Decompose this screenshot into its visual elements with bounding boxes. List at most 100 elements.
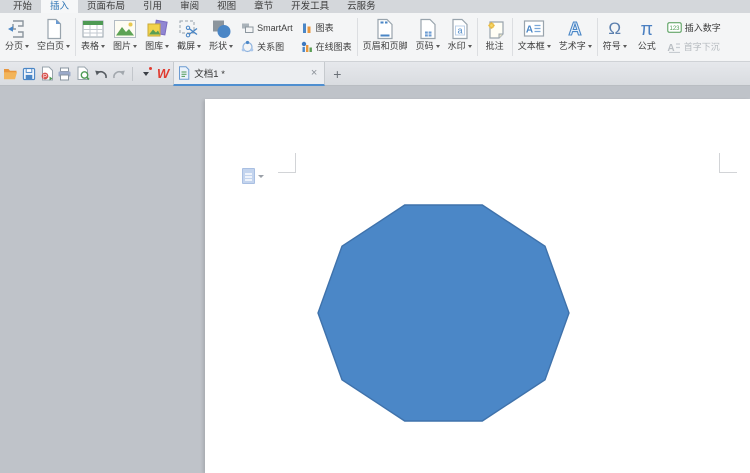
online-chart-label: 在线图表 [316, 40, 352, 53]
svg-text:a: a [457, 26, 462, 36]
new-tab-button[interactable]: + [333, 67, 341, 81]
ribbon-separator [597, 18, 598, 56]
menu-tab-section[interactable]: 章节 [245, 0, 282, 13]
page-options-floaty[interactable] [242, 168, 264, 184]
watermark-button[interactable]: a 水印 [444, 13, 476, 61]
print-button[interactable] [56, 65, 73, 83]
save-button[interactable] [20, 65, 37, 83]
shapes-button[interactable]: 形状 [205, 13, 237, 61]
margin-corner-top-right [719, 153, 737, 173]
blank-page-icon [44, 17, 64, 41]
insert-number-icon: 123 [667, 22, 682, 33]
svg-text:A: A [569, 19, 582, 39]
tabbar-separator [132, 67, 133, 81]
menu-tab-page-layout[interactable]: 页面布局 [78, 0, 134, 13]
screenshot-label: 截屏 [177, 41, 195, 52]
insert-number-button[interactable]: 123 插入数字 [667, 20, 721, 36]
dropdown-arrow-icon [436, 45, 440, 48]
customize-toolbar-button[interactable] [137, 65, 154, 83]
open-file-button[interactable] [2, 65, 19, 83]
dropdown-arrow-icon [101, 45, 105, 48]
chevron-down-icon [258, 175, 264, 178]
menu-tab-review[interactable]: 审阅 [171, 0, 208, 13]
chart-icon [301, 22, 313, 34]
svg-text:A: A [667, 43, 674, 53]
chevron-down-icon [143, 72, 149, 76]
table-button[interactable]: 表格 [77, 13, 109, 61]
page-break-label: 分页 [5, 41, 23, 52]
comment-button[interactable]: 批注 [479, 13, 511, 61]
page-break-button[interactable]: 分页 [1, 13, 33, 61]
number-dropcap-group: 123 插入数字 A 首字下沉 [663, 13, 725, 61]
gallery-icon [146, 17, 168, 41]
page-number-button[interactable]: 页码 [412, 13, 444, 61]
print-icon [57, 67, 72, 81]
header-footer-button[interactable]: 页眉和页脚 [359, 13, 412, 61]
ribbon-separator [477, 18, 478, 56]
symbol-button[interactable]: Ω 符号 [599, 13, 631, 61]
dropdown-arrow-icon [229, 45, 233, 48]
chart-button[interactable]: 图表 [301, 20, 352, 36]
margin-corner-top-left [278, 153, 296, 173]
screenshot-button[interactable]: 截屏 [173, 13, 205, 61]
header-footer-icon [376, 17, 394, 41]
wordart-button[interactable]: A 艺术字 [555, 13, 596, 61]
dropdown-arrow-icon [165, 45, 169, 48]
pi-icon: π [641, 17, 653, 41]
smartart-button[interactable]: SmartArt [241, 20, 293, 36]
open-folder-icon [3, 67, 18, 80]
menu-tab-insert[interactable]: 插入 [41, 0, 78, 13]
ribbon-separator [357, 18, 358, 56]
chart-label: 图表 [316, 21, 334, 34]
ribbon-separator [75, 18, 76, 56]
comment-icon [484, 17, 506, 41]
menu-tab-home[interactable]: 开始 [4, 0, 41, 13]
dropcap-button[interactable]: A 首字下沉 [667, 39, 721, 55]
menu-tab-view[interactable]: 视图 [208, 0, 245, 13]
save-icon [22, 67, 36, 81]
picture-button[interactable]: 图片 [109, 13, 141, 61]
close-tab-icon[interactable]: × [308, 67, 320, 79]
online-chart-button[interactable]: 在线图表 [301, 39, 352, 55]
relation-diagram-button[interactable]: 关系图 [241, 39, 293, 55]
gallery-button[interactable]: 图库 [141, 13, 173, 61]
export-pdf-icon: P [40, 66, 54, 81]
wps-logo[interactable]: W [157, 66, 169, 81]
dropcap-icon: A [667, 41, 681, 53]
menu-tab-cloud[interactable]: 云服务 [338, 0, 385, 13]
svg-text:A: A [526, 25, 533, 36]
dropdown-arrow-icon [623, 45, 627, 48]
smartart-group: SmartArt 关系图 [237, 13, 297, 61]
document-page[interactable] [205, 99, 750, 473]
blank-page-button[interactable]: 空白页 [33, 13, 74, 61]
export-pdf-button[interactable]: P [38, 65, 55, 83]
menubar: 开始 插入 页面布局 引用 审阅 视图 章节 开发工具 云服务 [0, 0, 750, 13]
svg-text:123: 123 [669, 26, 680, 32]
print-preview-button[interactable] [74, 65, 91, 83]
shapes-icon [210, 17, 232, 41]
watermark-label: 水印 [448, 41, 466, 52]
decagon-shape[interactable] [317, 204, 570, 427]
menu-tab-references[interactable]: 引用 [134, 0, 171, 13]
redo-button[interactable] [110, 65, 127, 83]
document-tabbar: P [0, 62, 750, 86]
svg-text:P: P [42, 74, 46, 80]
dropdown-arrow-icon [25, 45, 29, 48]
decagon-polygon[interactable] [318, 205, 569, 421]
ribbon-separator [512, 18, 513, 56]
smartart-label: SmartArt [257, 23, 293, 33]
gallery-label: 图库 [145, 41, 163, 52]
textbox-icon: A [523, 17, 545, 41]
page-number-icon [419, 17, 437, 41]
dropdown-arrow-icon [588, 45, 592, 48]
redo-icon [112, 67, 126, 80]
textbox-button[interactable]: A 文本框 [514, 13, 555, 61]
dropcap-label: 首字下沉 [684, 40, 720, 53]
menu-tab-developer[interactable]: 开发工具 [282, 0, 338, 13]
undo-button[interactable] [92, 65, 109, 83]
formula-button[interactable]: π 公式 [631, 13, 663, 61]
table-label: 表格 [81, 41, 99, 52]
document-tab[interactable]: 文档1 * × [173, 62, 325, 86]
document-tab-title: 文档1 * [194, 66, 308, 80]
formula-label: 公式 [638, 41, 656, 52]
